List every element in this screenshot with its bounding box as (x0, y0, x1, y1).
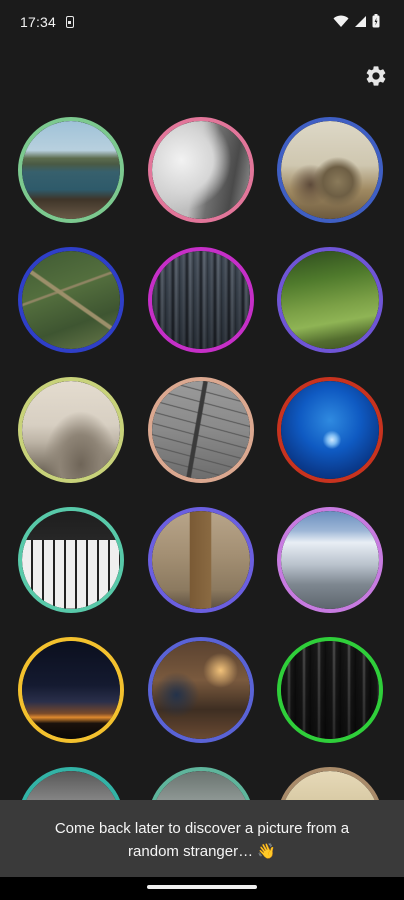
toast-text: Come back later to discover a picture fr… (54, 819, 350, 860)
wifi-icon (333, 15, 349, 27)
piano-keys-photo[interactable] (18, 507, 124, 613)
settings-button[interactable] (364, 64, 388, 88)
status-bar: 17:34 (0, 0, 404, 44)
navigation-bar (0, 877, 404, 900)
status-time: 17:34 (20, 14, 57, 30)
pebbles-sea-photo[interactable] (18, 377, 124, 483)
jellyfish-photo[interactable] (277, 377, 383, 483)
status-icons (333, 14, 380, 28)
app-screen: 17:34 Come back later to discover a pict… (0, 0, 404, 900)
home-indicator[interactable] (147, 885, 257, 889)
toast-message: Come back later to discover a picture fr… (0, 800, 404, 877)
forest-photo[interactable] (277, 637, 383, 743)
misty-mountain-photo[interactable] (148, 117, 254, 223)
teapot-photo[interactable] (277, 117, 383, 223)
fence-fog-photo[interactable] (148, 377, 254, 483)
aerial-fields-photo[interactable] (18, 247, 124, 353)
crowd-market-photo[interactable] (148, 247, 254, 353)
hillside-pasture-photo[interactable] (277, 247, 383, 353)
gear-icon (366, 66, 386, 86)
snowy-valley-photo[interactable] (277, 507, 383, 613)
old-door-photo[interactable] (148, 507, 254, 613)
battery-icon (372, 14, 380, 28)
coastal-cliffs-photo[interactable] (18, 117, 124, 223)
signal-icon (355, 15, 366, 27)
night-horizon-photo[interactable] (18, 637, 124, 743)
cafe-interior-photo[interactable] (148, 637, 254, 743)
sim-card-icon (66, 16, 74, 28)
